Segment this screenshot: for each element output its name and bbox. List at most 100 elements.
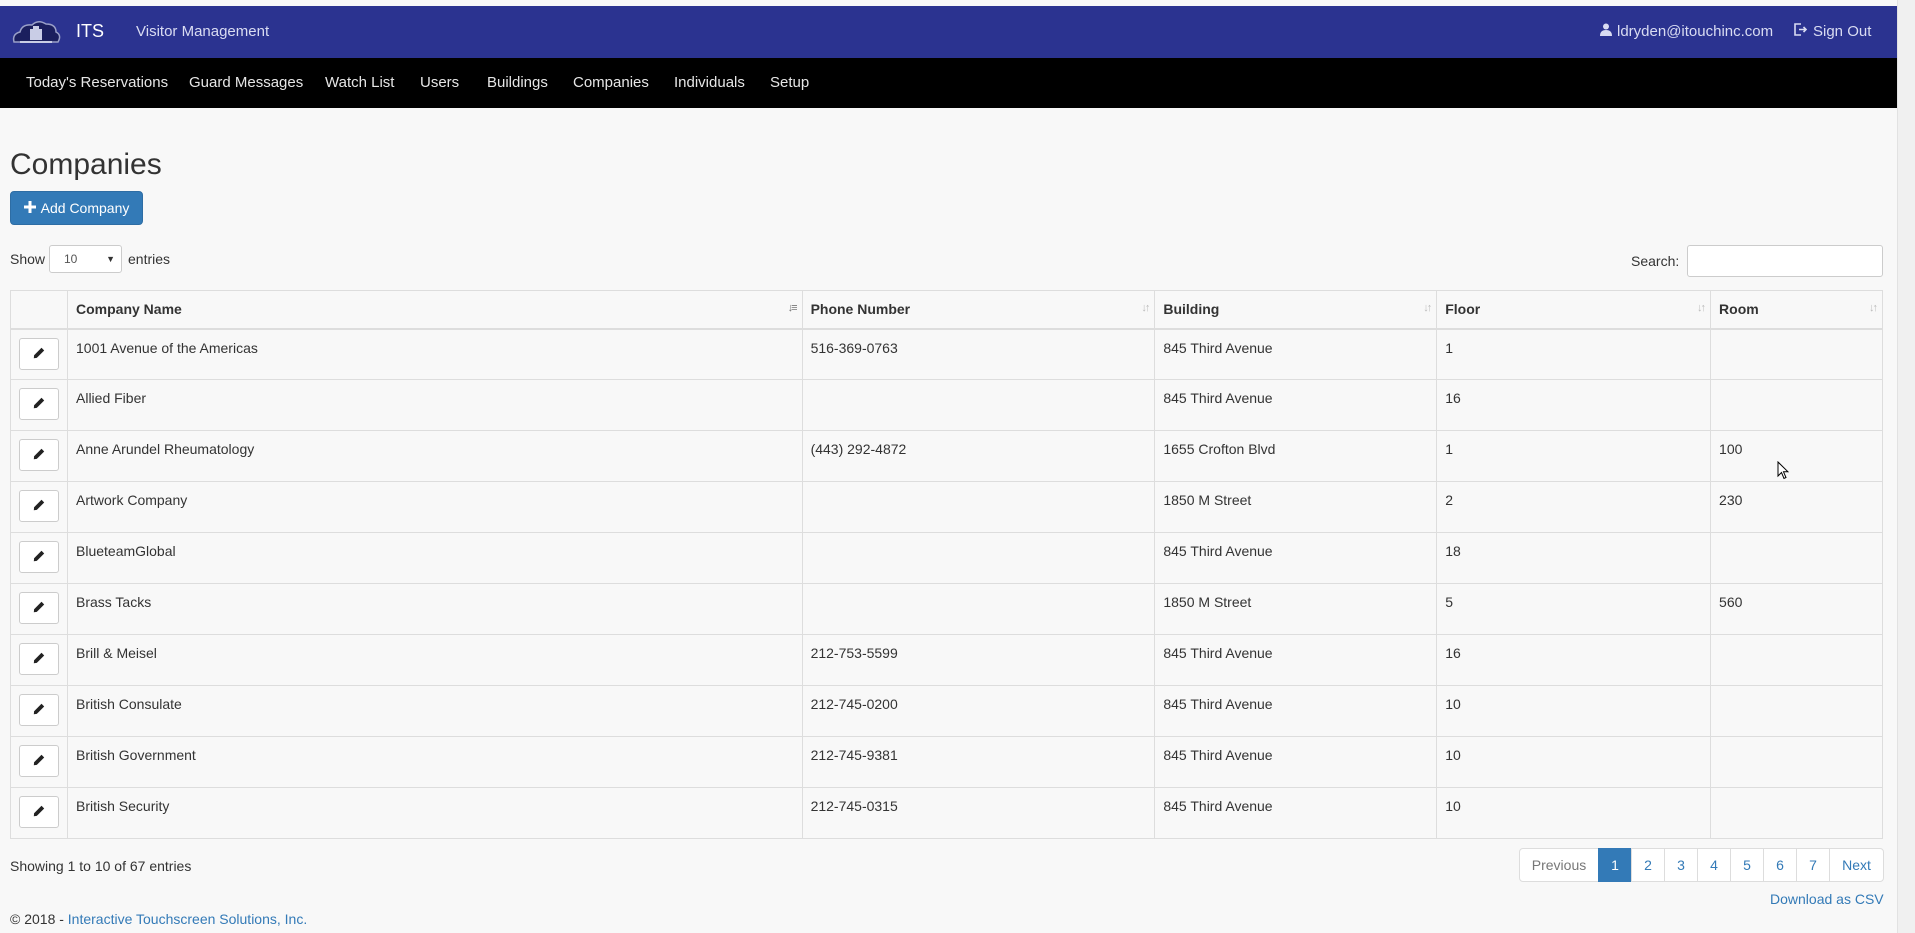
nav-item-setup[interactable]: Setup — [770, 74, 809, 91]
room-cell — [1710, 379, 1883, 431]
brand-title[interactable]: ITS — [76, 21, 104, 42]
add-company-label: Add Company — [40, 200, 130, 216]
table-row: British Government 212-745-9381 845 Third … — [10, 736, 1883, 788]
page-button-4[interactable]: 4 — [1697, 848, 1731, 882]
nav-item-users[interactable]: Users — [420, 74, 459, 91]
edit-company-button[interactable] — [19, 541, 59, 573]
mouse-cursor-icon — [1777, 460, 1790, 483]
edit-cell — [10, 634, 68, 686]
phone-number-cell: 516-369-0763 — [801, 328, 1156, 380]
page-button-1[interactable]: 1 — [1598, 848, 1632, 882]
edit-company-button[interactable] — [19, 796, 59, 828]
company-name-cell: British Government — [67, 736, 803, 788]
user-icon — [1600, 23, 1612, 40]
edit-column-header — [10, 290, 68, 330]
page-button-5[interactable]: 5 — [1730, 848, 1764, 882]
company-name-cell: Allied Fiber — [67, 379, 803, 431]
edit-company-button[interactable] — [19, 490, 59, 522]
company-name-cell: British Consulate — [67, 685, 803, 737]
edit-company-button[interactable] — [19, 592, 59, 624]
edit-company-button[interactable] — [19, 643, 59, 675]
company-name-cell: Artwork Company — [67, 481, 803, 533]
building-cell: 845 Third Avenue — [1154, 532, 1438, 584]
page-button-6[interactable]: 6 — [1763, 848, 1797, 882]
edit-company-button[interactable] — [19, 745, 59, 777]
companies-table: Company Name ↓≡ Phone Number ↓↑ Building ↓↑… — [10, 290, 1883, 839]
phone-number-cell — [801, 532, 1156, 584]
company-name-cell: British Security — [67, 787, 803, 839]
page-button-3[interactable]: 3 — [1664, 848, 1698, 882]
pencil-icon — [33, 753, 45, 769]
edit-cell — [10, 481, 68, 533]
entries-per-page-value: 10 — [64, 252, 78, 266]
table-row: Anne Arundel Rheumatology (443) 292-4872 1… — [10, 430, 1883, 482]
table-row: Brass Tacks 1850 M Street 5 560 — [10, 583, 1883, 635]
search-input[interactable] — [1687, 245, 1883, 277]
column-header-room[interactable]: Room ↓↑ — [1710, 290, 1883, 330]
floor-cell: 16 — [1436, 379, 1712, 431]
floor-cell: 1 — [1436, 328, 1712, 380]
next-page-button[interactable]: Next — [1829, 848, 1884, 882]
nav-item-watch-list[interactable]: Watch List — [325, 74, 394, 91]
edit-company-button[interactable] — [19, 439, 59, 471]
floor-cell: 5 — [1436, 583, 1712, 635]
download-csv-link[interactable]: Download as CSV — [1770, 891, 1884, 907]
edit-cell — [10, 583, 68, 635]
edit-company-button[interactable] — [19, 388, 59, 420]
entries-label: entries — [128, 251, 171, 267]
room-cell: 560 — [1710, 583, 1883, 635]
building-cell: 845 Third Avenue — [1154, 379, 1438, 431]
edit-cell — [10, 787, 68, 839]
edit-company-button[interactable] — [19, 337, 59, 370]
table-row: British Security 212-745-0315 845 Third Av… — [10, 787, 1883, 839]
entries-per-page-select[interactable]: 10 ▼ — [49, 245, 122, 273]
table-row: BlueteamGlobal 845 Third Avenue 18 — [10, 532, 1883, 584]
page-button-2[interactable]: 2 — [1631, 848, 1665, 882]
company-name-cell: BlueteamGlobal — [67, 532, 803, 584]
nav-item-companies[interactable]: Companies — [573, 74, 649, 91]
floor-cell: 16 — [1436, 634, 1712, 686]
floor-cell: 2 — [1436, 481, 1712, 533]
pencil-icon — [33, 346, 45, 362]
table-header-row: Company Name ↓≡ Phone Number ↓↑ Building ↓↑… — [10, 290, 1883, 330]
building-cell: 1850 M Street — [1154, 583, 1438, 635]
nav-item-individuals[interactable]: Individuals — [674, 74, 745, 91]
column-header-floor[interactable]: Floor ↓↑ — [1436, 290, 1712, 330]
pencil-icon — [33, 447, 45, 463]
nav-item-buildings[interactable]: Buildings — [487, 74, 548, 91]
previous-page-button[interactable]: Previous — [1519, 848, 1599, 882]
nav-item-guard-messages[interactable]: Guard Messages — [189, 74, 303, 91]
phone-number-cell — [801, 379, 1156, 431]
user-account-link[interactable]: ldryden@itouchinc.com — [1600, 23, 1773, 40]
column-header-building[interactable]: Building ↓↑ — [1154, 290, 1438, 330]
floor-cell: 1 — [1436, 430, 1712, 482]
column-header-company-name[interactable]: Company Name ↓≡ — [67, 290, 803, 330]
page-scrollbar[interactable] — [1897, 0, 1915, 933]
pagination: Previous 1 2 3 4 5 6 7 Next — [1519, 848, 1884, 882]
building-cell: 1655 Crofton Blvd — [1154, 430, 1438, 482]
pencil-icon — [33, 651, 45, 667]
footer-company-link[interactable]: Interactive Touchscreen Solutions, Inc. — [68, 911, 307, 927]
table-row: Allied Fiber 845 Third Avenue 16 — [10, 379, 1883, 431]
column-header-phone-number[interactable]: Phone Number ↓↑ — [801, 290, 1156, 330]
sign-out-link[interactable]: Sign Out — [1794, 23, 1871, 40]
sign-out-icon — [1794, 23, 1808, 40]
logo-icon[interactable] — [10, 16, 62, 48]
pencil-icon — [33, 600, 45, 616]
building-cell: 1850 M Street — [1154, 481, 1438, 533]
phone-number-cell: (443) 292-4872 — [801, 430, 1156, 482]
sort-icon: ↓↑ — [1423, 302, 1432, 314]
edit-company-button[interactable] — [19, 694, 59, 726]
building-cell: 845 Third Avenue — [1154, 685, 1438, 737]
phone-number-cell — [801, 583, 1156, 635]
page-button-7[interactable]: 7 — [1796, 848, 1830, 882]
table-info: Showing 1 to 10 of 67 entries — [10, 858, 192, 874]
phone-number-cell: 212-745-9381 — [801, 736, 1156, 788]
room-cell — [1710, 787, 1883, 839]
nav-item-todays-reservations[interactable]: Today's Reservations — [26, 74, 168, 91]
room-cell — [1710, 634, 1883, 686]
sort-ascending-icon: ↓≡ — [787, 302, 798, 314]
add-company-button[interactable]: Add Company — [10, 191, 143, 225]
sort-icon: ↓↑ — [1869, 302, 1878, 314]
phone-number-cell: 212-745-0315 — [801, 787, 1156, 839]
